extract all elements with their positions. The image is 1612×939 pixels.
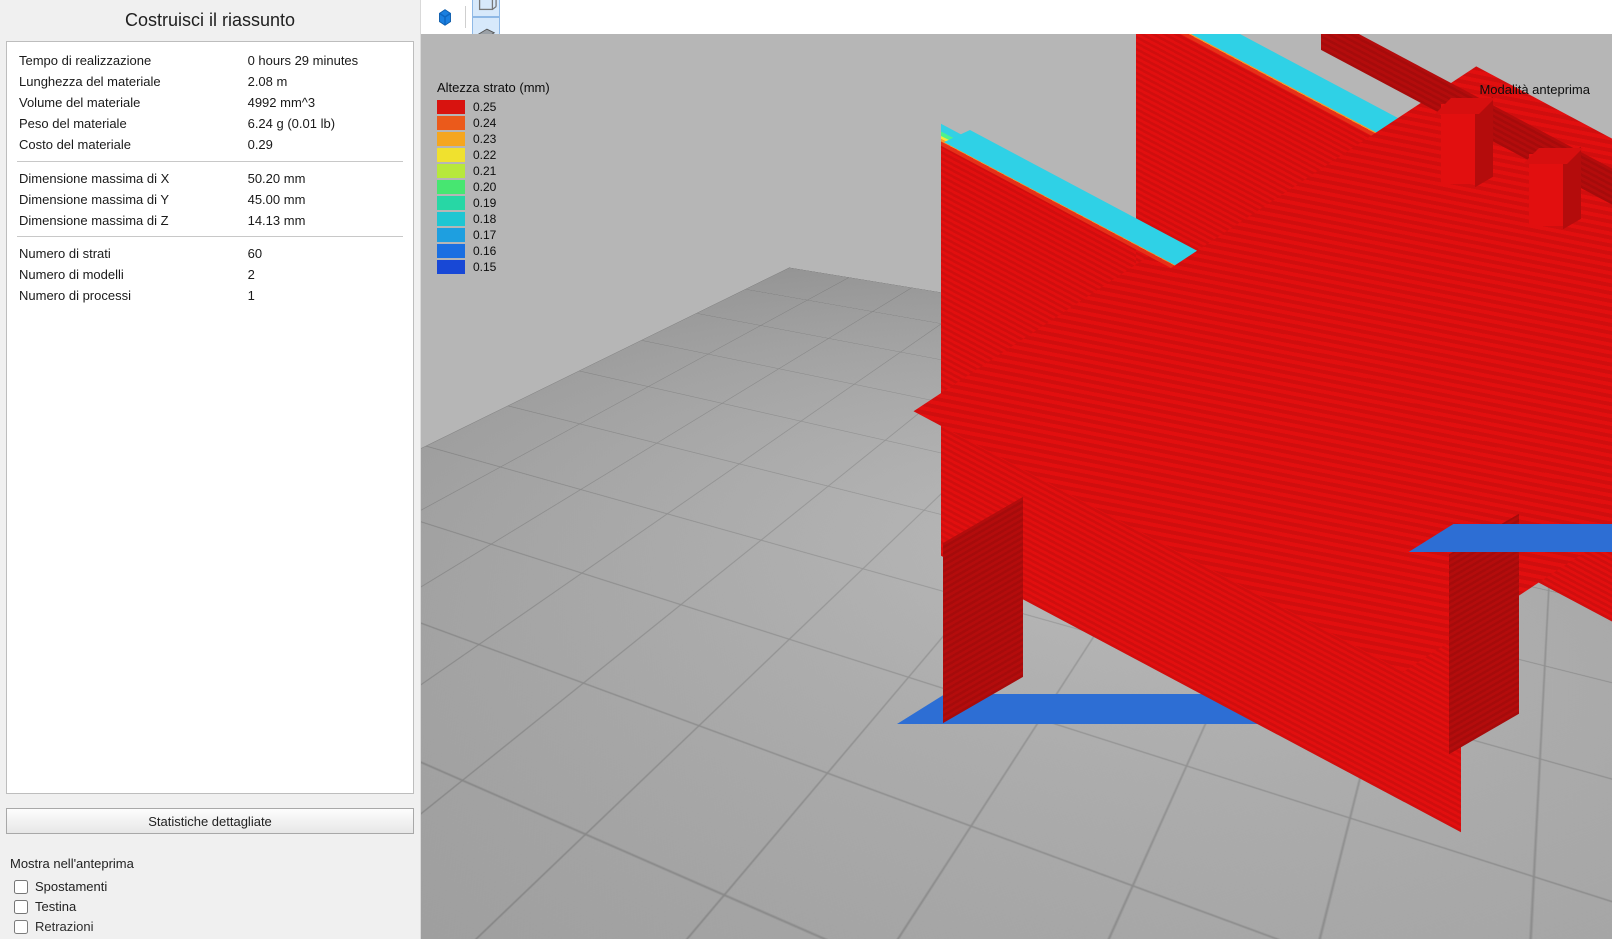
detailed-stats-button[interactable]: Statistiche dettagliate	[6, 808, 414, 834]
legend-row: 0.18	[437, 211, 550, 227]
legend-value: 0.17	[473, 228, 496, 242]
summary-row: Numero di strati60	[17, 243, 403, 264]
summary-row: Dimensione massima di X50.20 mm	[17, 168, 403, 189]
summary-value: 0 hours 29 minutes	[218, 50, 403, 71]
summary-value: 2	[218, 264, 403, 285]
legend-swatch	[437, 228, 465, 242]
toolbar-separator	[465, 6, 466, 28]
legend-value: 0.23	[473, 132, 496, 146]
legend-value: 0.15	[473, 260, 496, 274]
preview-mode-label: Modalità anteprima	[1479, 82, 1590, 97]
legend-swatch	[437, 196, 465, 210]
summary-label: Volume del materiale	[17, 92, 218, 113]
summary-label: Numero di processi	[17, 285, 218, 306]
legend-row: 0.20	[437, 179, 550, 195]
summary-sidebar: Costruisci il riassunto Tempo di realizz…	[0, 0, 420, 939]
legend-value: 0.16	[473, 244, 496, 258]
legend-title: Altezza strato (mm)	[437, 80, 550, 95]
legend-swatch	[437, 148, 465, 162]
summary-value: 1	[218, 285, 403, 306]
summary-value: 6.24 g (0.01 lb)	[218, 113, 403, 134]
summary-label: Lunghezza del materiale	[17, 71, 218, 92]
legend-swatch	[437, 260, 465, 274]
legend-swatch	[437, 132, 465, 146]
legend-row: 0.22	[437, 147, 550, 163]
legend-row: 0.21	[437, 163, 550, 179]
legend-value: 0.21	[473, 164, 496, 178]
summary-title: Costruisci il riassunto	[6, 4, 414, 41]
legend-value: 0.20	[473, 180, 496, 194]
summary-row: Costo del materiale0.29	[17, 134, 403, 155]
summary-value: 0.29	[218, 134, 403, 155]
summary-label: Peso del materiale	[17, 113, 218, 134]
view-toolbar	[421, 0, 1612, 34]
summary-row: Volume del materiale4992 mm^3	[17, 92, 403, 113]
preview-checkbox-label: Spostamenti	[35, 879, 107, 894]
summary-value: 60	[218, 243, 403, 264]
legend-swatch	[437, 244, 465, 258]
preview-checkbox-label: Testina	[35, 899, 76, 914]
preview-checkbox-row[interactable]: Retrazioni	[14, 919, 410, 934]
preview-checkbox[interactable]	[14, 920, 28, 934]
summary-row: Lunghezza del materiale2.08 m	[17, 71, 403, 92]
legend-value: 0.25	[473, 100, 496, 114]
legend-row: 0.24	[437, 115, 550, 131]
view-left[interactable]	[431, 3, 459, 31]
legend-swatch	[437, 180, 465, 194]
legend-row: 0.19	[437, 195, 550, 211]
summary-row: Numero di processi1	[17, 285, 403, 306]
summary-value: 14.13 mm	[218, 210, 403, 231]
preview-checkbox[interactable]	[14, 900, 28, 914]
viewport-3d[interactable]: Altezza strato (mm) 0.25 0.24 0.23 0.22 0.21…	[421, 34, 1612, 939]
preview-options-group: Mostra nell'anteprima Spostamenti Testina…	[6, 856, 414, 939]
summary-value: 45.00 mm	[218, 189, 403, 210]
summary-value: 50.20 mm	[218, 168, 403, 189]
legend-row: 0.16	[437, 243, 550, 259]
build-plate-grid	[421, 268, 1612, 939]
legend-row: 0.23	[437, 131, 550, 147]
summary-label: Numero di strati	[17, 243, 218, 264]
preview-options-label: Mostra nell'anteprima	[10, 856, 410, 871]
summary-box: Tempo di realizzazione0 hours 29 minutes…	[6, 41, 414, 794]
legend-swatch	[437, 116, 465, 130]
summary-row: Dimensione massima di Z14.13 mm	[17, 210, 403, 231]
legend-row: 0.25	[437, 99, 550, 115]
summary-label: Tempo di realizzazione	[17, 50, 218, 71]
legend-swatch	[437, 100, 465, 114]
legend-swatch	[437, 212, 465, 226]
summary-row: Tempo di realizzazione0 hours 29 minutes	[17, 50, 403, 71]
legend-row: 0.17	[437, 227, 550, 243]
summary-value: 4992 mm^3	[218, 92, 403, 113]
legend-value: 0.18	[473, 212, 496, 226]
summary-label: Dimensione massima di X	[17, 168, 218, 189]
legend-value: 0.22	[473, 148, 496, 162]
summary-label: Dimensione massima di Y	[17, 189, 218, 210]
legend-row: 0.15	[437, 259, 550, 275]
preview-checkbox-row[interactable]: Spostamenti	[14, 879, 410, 894]
legend-value: 0.24	[473, 116, 496, 130]
summary-row: Dimensione massima di Y45.00 mm	[17, 189, 403, 210]
summary-table: Tempo di realizzazione0 hours 29 minutes…	[17, 50, 403, 306]
legend-swatch	[437, 164, 465, 178]
summary-value: 2.08 m	[218, 71, 403, 92]
summary-label: Costo del materiale	[17, 134, 218, 155]
preview-checkbox-row[interactable]: Testina	[14, 899, 410, 914]
summary-row: Peso del materiale6.24 g (0.01 lb)	[17, 113, 403, 134]
preview-checkbox-label: Retrazioni	[35, 919, 94, 934]
view-build-volume[interactable]	[472, 0, 500, 17]
legend-value: 0.19	[473, 196, 496, 210]
summary-row: Numero di modelli2	[17, 264, 403, 285]
summary-label: Numero di modelli	[17, 264, 218, 285]
main-area: Altezza strato (mm) 0.25 0.24 0.23 0.22 0.21…	[420, 0, 1612, 939]
summary-label: Dimensione massima di Z	[17, 210, 218, 231]
preview-checkbox[interactable]	[14, 880, 28, 894]
layer-height-legend: Altezza strato (mm) 0.25 0.24 0.23 0.22 0.21…	[437, 80, 550, 275]
